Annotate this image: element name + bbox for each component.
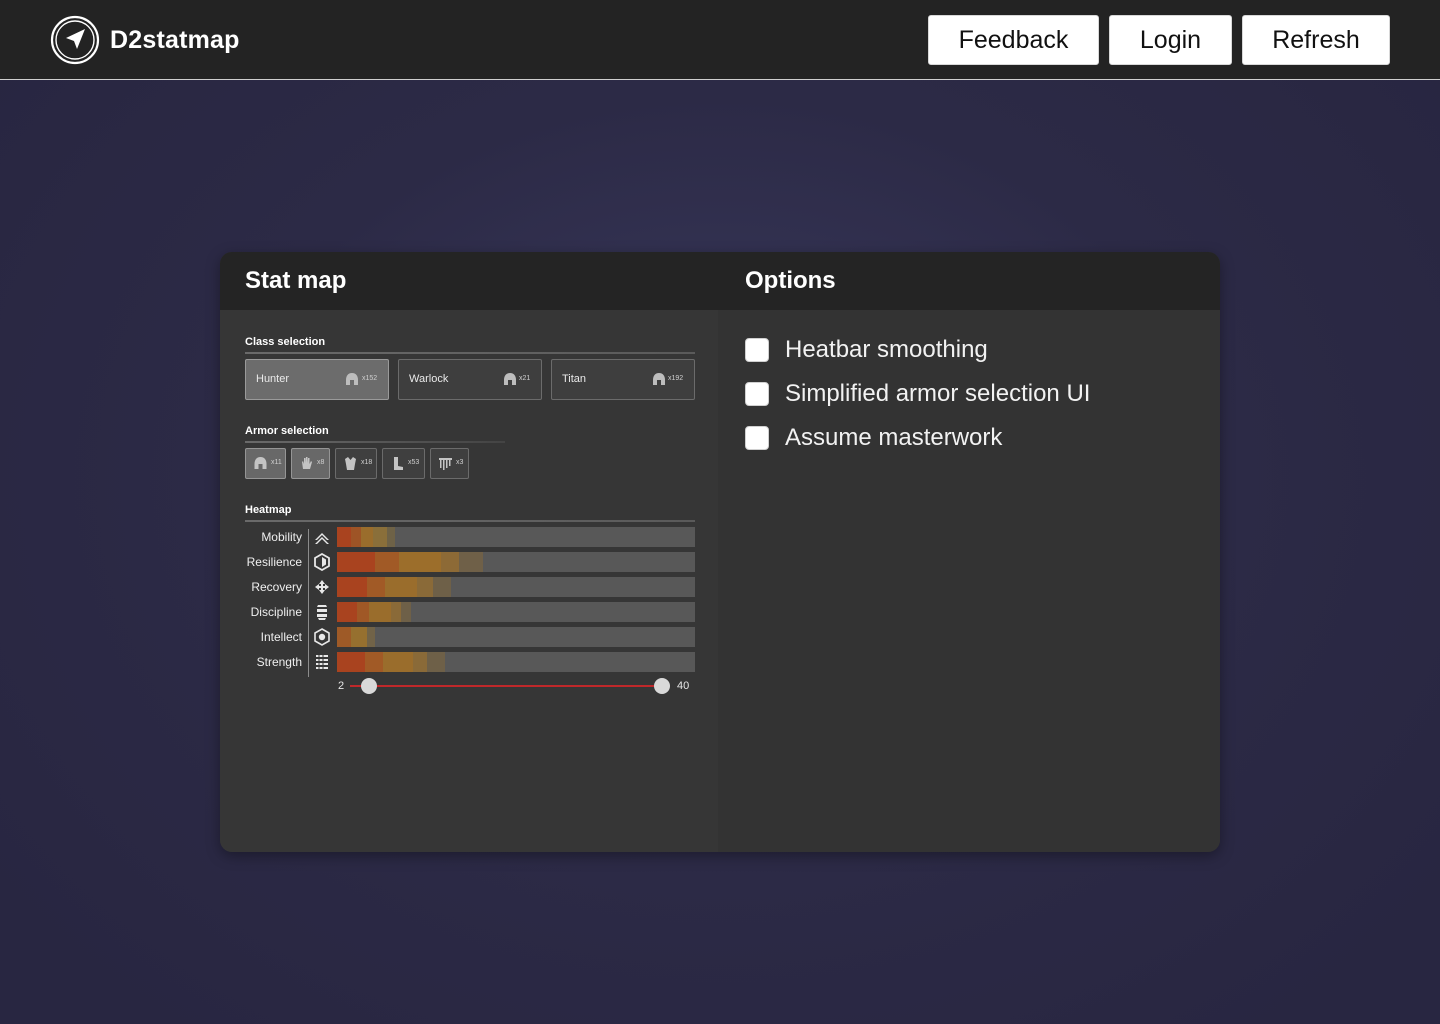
armor-button-class-item[interactable]: x3 [430,448,469,479]
compass-logo-icon [50,15,100,65]
armor-selection-label: Armor selection [245,425,329,437]
helmet-icon [653,373,665,385]
option-label: Heatbar smoothing [785,336,988,363]
resilience-icon [314,553,330,571]
armor-button-chest[interactable]: x18 [335,448,377,479]
stat-label: Resilience [246,555,302,569]
stat-label: Recovery [251,580,302,594]
armor-button-helmet[interactable]: x11 [245,448,286,479]
class-name: Hunter [256,373,290,385]
stat-label: Mobility [261,530,302,544]
login-button[interactable]: Login [1109,15,1232,65]
class-name: Titan [562,373,587,385]
class-button-warlock[interactable]: Warlock x21 [398,359,542,400]
brand-name: D2statmap [110,25,240,54]
top-bar: D2statmap Feedback Login Refresh [0,0,1440,80]
helmet-icon [504,373,516,385]
main-card: Stat map Class selection Hunter x152 War… [220,252,1220,852]
armor-count: x18 [361,459,373,466]
armor-button-legs[interactable]: x53 [382,448,425,479]
heatmap-row-resilience: Resilience [220,552,718,572]
gauntlets-icon [302,457,312,469]
heatbar-mobility [337,527,695,547]
armor-section-divider [245,441,505,443]
armor-button-gauntlets[interactable]: x8 [291,448,330,479]
stat-label: Strength [256,655,302,669]
heatbar-strength [337,652,695,672]
helmet-icon [254,457,267,469]
brand[interactable]: D2statmap [50,15,240,65]
option-label: Assume masterwork [785,424,1003,451]
option-simplified-armor-ui[interactable]: Simplified armor selection UI [745,380,1090,408]
options-panel: Options Heatbar smoothing Simplified arm… [718,252,1220,852]
option-assume-masterwork[interactable]: Assume masterwork [745,424,1002,452]
options-title: Options [745,267,836,294]
range-min-handle[interactable] [361,678,377,694]
heatbar-discipline [337,602,695,622]
intellect-icon [314,628,330,646]
heatmap-label: Heatmap [245,504,292,516]
helmet-icon [346,373,358,385]
heatbar-recovery [337,577,695,597]
stat-map-header: Stat map [220,252,718,310]
stat-label: Intellect [260,630,302,644]
heatmap-section-divider [245,520,695,522]
class-count: x21 [519,375,531,382]
class-count: x152 [362,375,378,382]
recovery-icon [315,580,329,594]
range-max-label: 40 [677,680,690,692]
armor-count: x3 [456,459,464,466]
class-name: Warlock [409,373,449,385]
refresh-button[interactable]: Refresh [1242,15,1390,65]
option-heatbar-smoothing[interactable]: Heatbar smoothing [745,336,988,364]
mobility-icon [315,533,329,544]
range-slider-track[interactable] [350,685,662,687]
class-section-divider [245,352,695,354]
option-label: Simplified armor selection UI [785,380,1091,407]
discipline-icon [317,605,327,620]
heatmap-row-recovery: Recovery [220,577,718,597]
chest-armor-icon [345,457,356,470]
range-min-label: 2 [338,680,345,692]
range-max-handle[interactable] [654,678,670,694]
strength-icon [316,655,328,669]
armor-count: x11 [271,459,282,466]
heatmap-row-intellect: Intellect [220,627,718,647]
feedback-button[interactable]: Feedback [928,15,1099,65]
cloak-icon [439,458,452,470]
stat-map-panel: Stat map Class selection Hunter x152 War… [220,252,718,852]
armor-count: x8 [317,459,325,466]
class-count: x192 [668,375,684,382]
heatmap-row-strength: Strength [220,652,718,672]
heatmap-row-discipline: Discipline [220,602,718,622]
heatbar-smoothing-checkbox[interactable] [745,338,769,362]
class-button-titan[interactable]: Titan x192 [551,359,695,400]
leg-armor-icon [394,457,403,470]
armor-count: x53 [408,459,420,466]
heatmap-row-mobility: Mobility [220,527,718,547]
options-header: Options [718,252,1220,310]
simplified-armor-ui-checkbox[interactable] [745,382,769,406]
stat-map-title: Stat map [245,267,347,294]
class-button-hunter[interactable]: Hunter x152 [245,359,389,400]
assume-masterwork-checkbox[interactable] [745,426,769,450]
class-selection-label: Class selection [245,336,326,348]
stat-label: Discipline [250,605,302,619]
heatbar-intellect [337,627,695,647]
heatbar-resilience [337,552,695,572]
